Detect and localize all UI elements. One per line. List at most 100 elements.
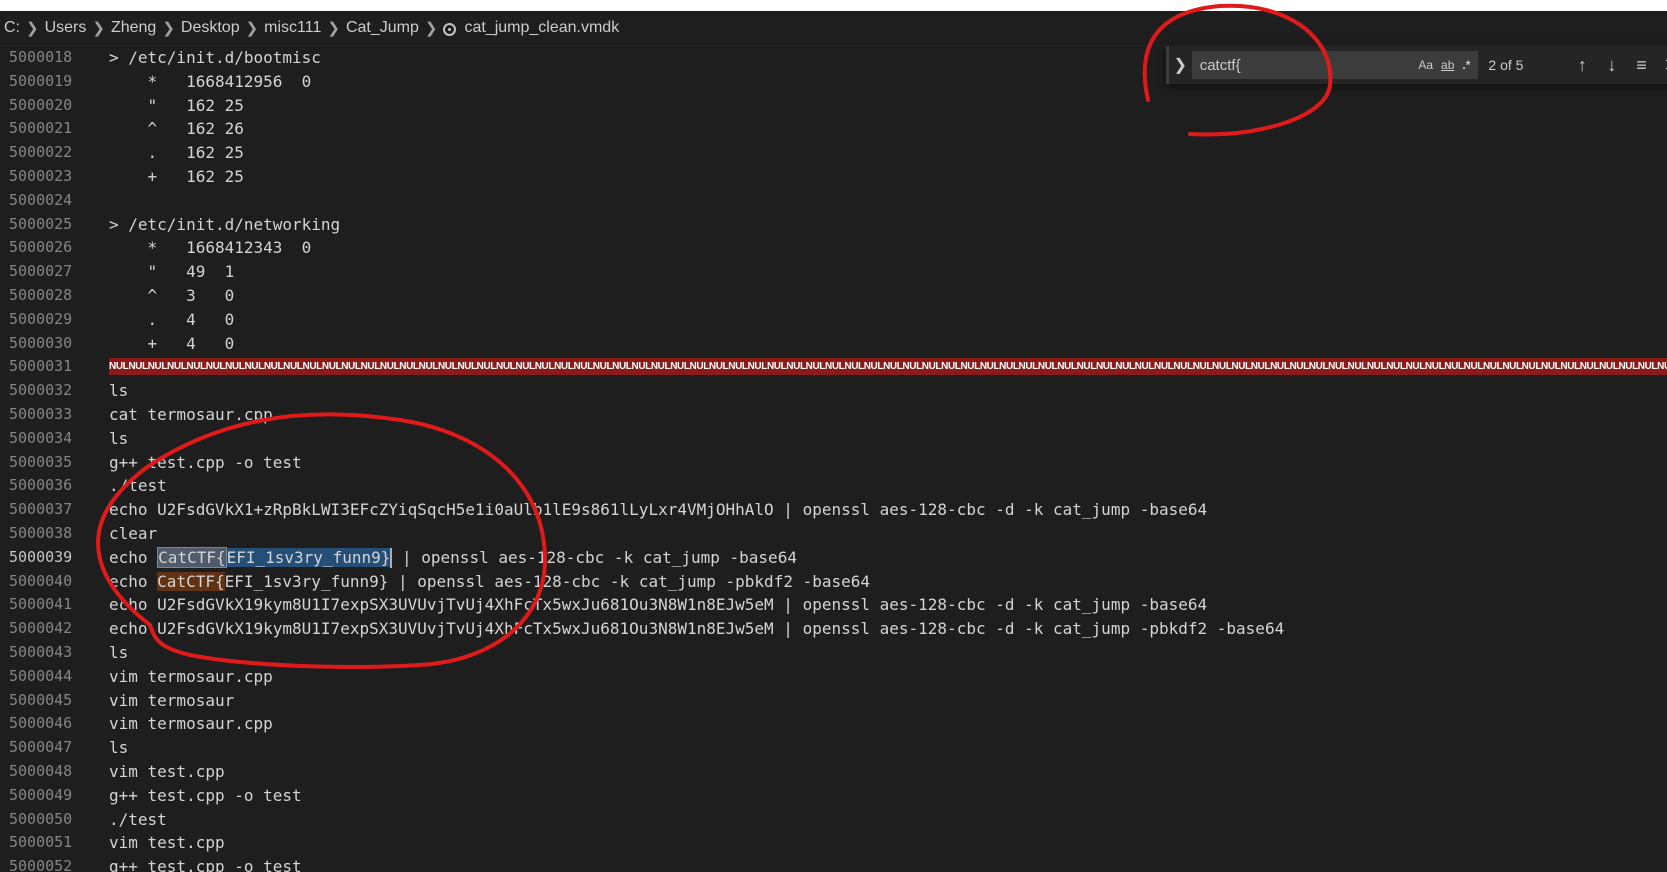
code-text: echo U2FsdGVkX19kym8U1I7expSX3UVUvjTvUj4… — [109, 595, 1208, 615]
find-widget: ❯ catctf{ Aa ab .* 2 of 5 ↑ ↓ ≡ ✕ — [1166, 46, 1667, 84]
find-input-value: catctf{ — [1199, 56, 1241, 74]
code-text: vim test.cpp — [109, 833, 225, 853]
editor-line[interactable]: 5000025 > /etc/init.d/networking — [0, 213, 1667, 237]
find-in-selection-icon[interactable]: ≡ — [1627, 55, 1657, 76]
line-number: 5000033 — [9, 404, 73, 423]
code-text: ./test — [109, 809, 167, 829]
whole-word-button[interactable]: ab — [1441, 58, 1454, 72]
editor-line[interactable]: 5000030 + 4 0 — [0, 332, 1667, 356]
editor-line[interactable]: 5000048 vim test.cpp — [0, 760, 1667, 784]
code-suffix: | openssl aes-128-cbc -k cat_jump -pbkdf… — [388, 571, 871, 591]
editor-line[interactable]: 5000050 ./test — [0, 808, 1667, 832]
find-input[interactable]: catctf{ Aa ab .* — [1191, 51, 1479, 79]
window-top-strip — [0, 0, 1667, 11]
breadcrumb-item-cat-jump[interactable]: Cat_Jump — [346, 19, 419, 37]
chevron-right-icon: ❯ — [424, 20, 438, 37]
editor-line[interactable]: 5000032 ls — [0, 379, 1667, 403]
editor-line[interactable]: 5000022 . 162 25 — [0, 141, 1667, 165]
editor-line[interactable]: 5000021 ^ 162 26 — [0, 117, 1667, 141]
arrow-down-icon[interactable]: ↓ — [1597, 55, 1627, 76]
code-text: > /etc/init.d/networking — [109, 214, 341, 234]
editor-line[interactable]: 5000023 + 162 25 — [0, 165, 1667, 189]
breadcrumb-item-zheng[interactable]: Zheng — [111, 19, 156, 37]
breadcrumb-item-misc111[interactable]: misc111 — [264, 19, 321, 37]
line-number: 5000022 — [9, 143, 73, 162]
line-number: 5000051 — [9, 833, 73, 852]
editor-line[interactable]: 5000037 echo U2FsdGVkX1+zRpBkLWI3EFcZYiqS… — [0, 498, 1667, 522]
editor-line[interactable]: 5000038 clear — [0, 522, 1667, 546]
code-text: * 1668412956 0 — [109, 71, 312, 91]
code-text: ^ 162 26 — [109, 119, 244, 139]
line-number: 5000029 — [9, 309, 73, 328]
match-case-button[interactable]: Aa — [1418, 58, 1433, 72]
line-number: 5000036 — [9, 476, 73, 495]
editor-line[interactable]: 5000040 echo CatCTF{EFI_1sv3ry_funn9} | o… — [0, 570, 1667, 594]
line-number: 5000040 — [9, 571, 73, 590]
editor-line[interactable]: 5000041 echo U2FsdGVkX19kym8U1I7expSX3UVU… — [0, 593, 1667, 617]
line-number: 5000034 — [9, 428, 73, 447]
editor-line[interactable]: 5000028 ^ 3 0 — [0, 284, 1667, 308]
editor-line[interactable]: 5000044 vim termosaur.cpp — [0, 665, 1667, 689]
editor-area[interactable]: 5000018 > /etc/init.d/bootmisc 5000019 * 1… — [0, 46, 1667, 872]
line-number: 5000038 — [9, 523, 73, 542]
code-text: g++ test.cpp -o test — [109, 785, 302, 805]
editor-line[interactable]: 5000026 * 1668412343 0 — [0, 236, 1667, 260]
editor-line[interactable]: 5000036 ./test — [0, 474, 1667, 498]
editor-line[interactable]: 5000045 vim termosaur — [0, 689, 1667, 713]
chevron-right-icon: ❯ — [26, 20, 39, 37]
editor-line[interactable]: 5000043 ls — [0, 641, 1667, 665]
editor-line[interactable]: 5000046 vim termosaur.cpp — [0, 712, 1667, 736]
chevron-right-icon: ❯ — [327, 20, 340, 37]
breadcrumb-item-drive[interactable]: C: — [4, 19, 20, 37]
editor-line[interactable]: 5000051 vim test.cpp — [0, 831, 1667, 855]
editor-line[interactable]: 5000035 g++ test.cpp -o test — [0, 451, 1667, 475]
line-number: 5000023 — [9, 166, 73, 185]
line-number: 5000019 — [9, 71, 73, 90]
editor-line[interactable]: 5000034 ls — [0, 427, 1667, 451]
code-text: ls — [109, 642, 129, 662]
editor-line[interactable]: 5000031 NULNULNULNULNULNULNULNULNULNULNUL… — [0, 355, 1667, 379]
editor-line[interactable]: 5000052 g++ test.cpp -o test — [0, 855, 1667, 872]
regex-button[interactable]: .* — [1462, 58, 1470, 72]
arrow-up-icon[interactable]: ↑ — [1567, 55, 1597, 76]
disk-file-icon — [443, 22, 457, 36]
line-number: 5000039 — [9, 547, 73, 566]
line-number: 5000047 — [9, 738, 73, 757]
code-text: g++ test.cpp -o test — [109, 452, 302, 472]
code-text: vim test.cpp — [109, 761, 225, 781]
editor-line[interactable]: 5000029 . 4 0 — [0, 308, 1667, 332]
breadcrumb-item-users[interactable]: Users — [45, 19, 87, 37]
code-text: g++ test.cpp -o test — [109, 857, 302, 872]
toggle-replace-button[interactable]: ❯ — [1166, 46, 1192, 84]
code-text: " 162 25 — [109, 95, 244, 115]
current-search-match: CatCTF{ — [157, 546, 227, 568]
breadcrumb-item-desktop[interactable]: Desktop — [181, 19, 240, 37]
code-text: ./test — [109, 476, 167, 496]
code-text: > /etc/init.d/bootmisc — [109, 48, 321, 67]
line-number: 5000031 — [9, 357, 73, 376]
code-text: cat termosaur.cpp — [109, 404, 273, 424]
editor-line[interactable]: 5000039 echo CatCTF{EFI_1sv3ry_funn9} | o… — [0, 546, 1667, 570]
editor-line[interactable]: 5000020 " 162 25 — [0, 94, 1667, 118]
search-match: CatCTF{ — [157, 571, 225, 591]
close-icon[interactable]: ✕ — [1656, 55, 1667, 76]
code-text: vim termosaur — [109, 690, 235, 710]
editor-line[interactable]: 5000047 ls — [0, 736, 1667, 760]
editor-line[interactable]: 5000027 " 49 1 — [0, 260, 1667, 284]
line-number: 5000044 — [9, 666, 73, 685]
editor-line[interactable]: 5000024 — [0, 189, 1667, 213]
code-text: * 1668412343 0 — [109, 238, 312, 258]
line-number: 5000045 — [9, 690, 73, 709]
code-text: echo U2FsdGVkX1+zRpBkLWI3EFcZYiqSqcH5e1i… — [109, 500, 1208, 520]
editor-line[interactable]: 5000042 echo U2FsdGVkX19kym8U1I7expSX3UVU… — [0, 617, 1667, 641]
match-count: 2 of 5 — [1488, 57, 1524, 73]
editor-line[interactable]: 5000049 g++ test.cpp -o test — [0, 784, 1667, 808]
line-number: 5000046 — [9, 714, 73, 733]
code-text: echo CatCTF{EFI_1sv3ry_funn9} | openssl … — [109, 546, 797, 570]
code-text: + 162 25 — [109, 166, 244, 186]
line-number: 5000030 — [9, 333, 73, 352]
flag-text: EFI_1sv3ry_funn9} — [224, 571, 389, 591]
breadcrumb-item-file[interactable]: cat_jump_clean.vmdk — [464, 19, 619, 37]
editor-line[interactable]: 5000033 cat termosaur.cpp — [0, 403, 1667, 427]
code-text: ls — [109, 738, 129, 758]
